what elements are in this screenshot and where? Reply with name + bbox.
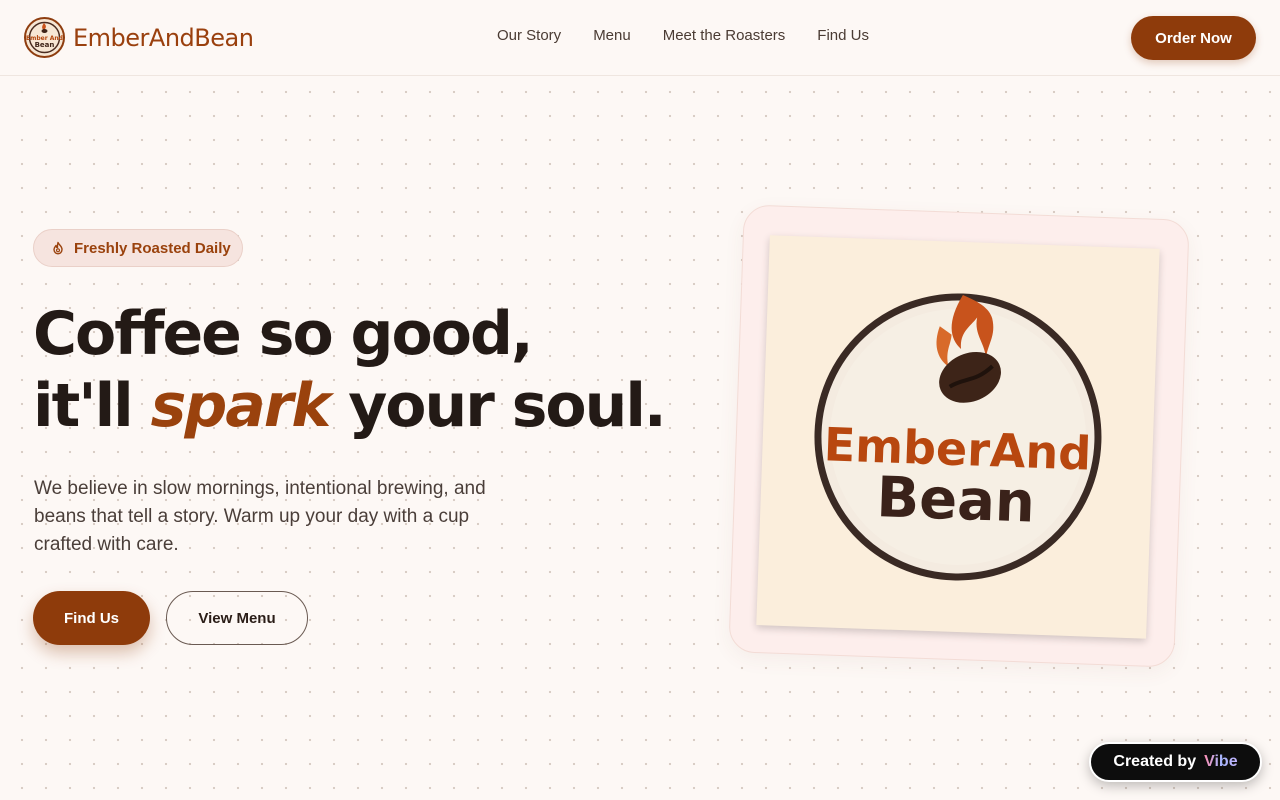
coffee-bean-logo-icon: Ember And Bean (26, 21, 63, 54)
brand-home-link[interactable]: Ember And Bean EmberAndBean (24, 17, 254, 58)
nav-links: Our Story Menu Meet the Roasters Find Us (497, 27, 901, 44)
nav-link-find-us[interactable]: Find Us (817, 27, 869, 44)
headline-line-1: Coffee so good, (33, 299, 534, 369)
vibe-brand-label: Vibe (1204, 753, 1238, 770)
created-by-vibe-badge[interactable]: Created by Vibe (1089, 742, 1262, 782)
brand-logo: Ember And Bean (24, 17, 65, 58)
logo-image: EmberAnd Bean (756, 235, 1160, 639)
nav-link-our-story[interactable]: Our Story (497, 27, 561, 44)
top-navigation: Ember And Bean EmberAndBean Our Story Me… (0, 0, 1280, 76)
hero-description: We believe in slow mornings, intentional… (34, 478, 486, 555)
brand-name: EmberAndBean (73, 23, 254, 52)
nav-link-menu[interactable]: Menu (593, 27, 631, 44)
nav-link-meet-the-roasters[interactable]: Meet the Roasters (663, 27, 786, 44)
ember-and-bean-logo-icon: EmberAnd Bean (814, 293, 1102, 581)
freshly-roasted-badge: Freshly Roasted Daily (33, 229, 243, 267)
flame-icon (51, 241, 65, 255)
headline-accent-word: spark (150, 371, 332, 441)
view-menu-button[interactable]: View Menu (166, 591, 308, 645)
headline-line-2-end: your soul. (348, 371, 667, 441)
badge-label: Freshly Roasted Daily (74, 239, 231, 257)
find-us-button[interactable]: Find Us (33, 591, 150, 645)
logo-text-bean: Bean (875, 465, 1036, 535)
hero-headline: Coffee so good, it'll spark your soul. (33, 298, 693, 442)
headline-line-2-start: it'll (33, 371, 134, 441)
svg-text:Bean: Bean (35, 41, 55, 49)
order-now-button[interactable]: Order Now (1131, 16, 1256, 60)
created-by-label: Created by (1113, 753, 1197, 770)
logo-card: EmberAnd Bean (728, 204, 1190, 668)
